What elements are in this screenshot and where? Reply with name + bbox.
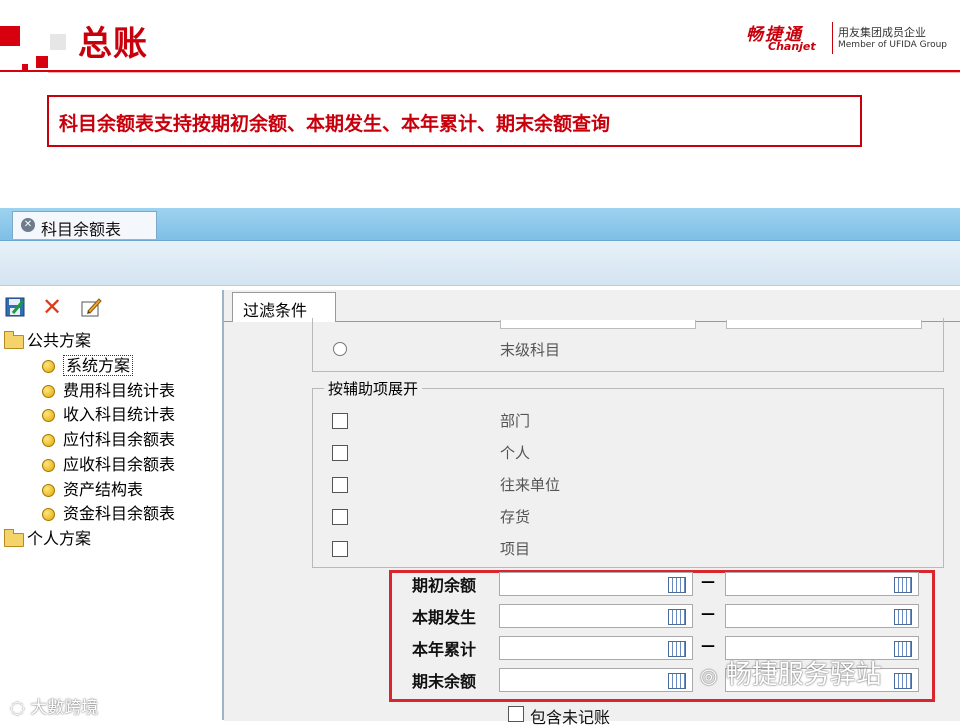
scheme-bullet-icon — [42, 434, 55, 447]
callout-text: 科目余额表支持按期初余额、本期发生、本年累计、期末余额查询 — [59, 113, 611, 135]
range-separator: — — [701, 606, 715, 622]
decor-square-red-small — [36, 56, 48, 68]
amount-label-current: 本期发生 — [412, 608, 477, 627]
decor-square-gray — [50, 34, 66, 50]
tab-subject-balance[interactable]: ✕ 科目余额表 — [12, 211, 157, 239]
callout-box: 科目余额表支持按期初余额、本期发生、本年累计、期末余额查询 — [47, 95, 862, 147]
tree-item-label: 系统方案 — [63, 355, 134, 376]
tree-item-label: 应收科目余额表 — [63, 455, 176, 474]
scheme-bullet-icon — [42, 409, 55, 422]
checkbox-individual[interactable] — [332, 445, 348, 461]
scheme-bullet-icon — [42, 385, 55, 398]
close-icon[interactable]: ✕ — [21, 218, 35, 232]
toolbar-strip — [0, 241, 960, 286]
checkbox-project-label: 项目 — [500, 540, 531, 558]
aux-group-title: 按辅助项展开 — [324, 378, 423, 399]
decor-square-red-large — [0, 26, 20, 46]
ytd-from-input[interactable] — [499, 636, 693, 660]
scheme-bullet-icon — [42, 459, 55, 472]
folder-icon — [4, 330, 24, 349]
watermark-right-text: 畅捷服务驿站 — [725, 660, 882, 690]
amount-label-opening: 期初余额 — [412, 576, 477, 595]
checkbox-include-unposted-label: 包含未记账 — [530, 708, 611, 727]
calculator-icon[interactable] — [894, 609, 912, 625]
tree-folder-personal[interactable]: 个人方案 — [4, 525, 91, 549]
tree-item-label: 资金科目余额表 — [63, 504, 176, 523]
amount-label-ytd: 本年累计 — [412, 640, 477, 659]
tab-label: 科目余额表 — [41, 220, 122, 239]
level-input-to[interactable] — [726, 320, 922, 329]
tree-item-income-stats[interactable]: 收入科目统计表 — [42, 401, 175, 425]
tree-item-label: 收入科目统计表 — [63, 405, 176, 424]
range-separator: — — [701, 574, 715, 590]
watermark-logo-icon: ◌ — [10, 698, 25, 718]
scheme-bullet-icon — [42, 508, 55, 521]
checkbox-inventory-label: 存货 — [500, 508, 531, 526]
logo-member-cn: 用友集团成员企业 — [838, 26, 926, 39]
watermark-service-station: ◎ 畅捷服务驿站 — [700, 654, 882, 691]
tree-item-label: 应付科目余额表 — [63, 430, 176, 449]
checkbox-partner-label: 往来单位 — [500, 476, 561, 494]
tree-item-system-scheme[interactable]: 系统方案 — [42, 352, 134, 376]
radio-last-level[interactable] — [333, 342, 347, 356]
logo-name-en: Chanjet — [768, 40, 816, 53]
calculator-icon[interactable] — [668, 641, 686, 657]
amount-label-closing: 期末余额 — [412, 672, 477, 691]
tree-item-payable-balance[interactable]: 应付科目余额表 — [42, 426, 175, 450]
watermark-big-data: ◌ 大數跨境 — [10, 693, 98, 718]
calculator-icon[interactable] — [894, 641, 912, 657]
tree-folder-label: 个人方案 — [27, 529, 92, 548]
opening-from-input[interactable] — [499, 572, 693, 596]
opening-to-input[interactable] — [725, 572, 919, 596]
checkbox-partner[interactable] — [332, 477, 348, 493]
slide-title: 总账 — [78, 24, 148, 64]
checkbox-inventory[interactable] — [332, 509, 348, 525]
save-icon[interactable] — [4, 296, 26, 318]
tree-item-asset-structure[interactable]: 资产结构表 — [42, 476, 143, 500]
calculator-icon[interactable] — [894, 673, 912, 689]
logo-member-en: Member of UFIDA Group — [838, 40, 948, 50]
folder-icon — [4, 528, 24, 547]
closing-from-input[interactable] — [499, 668, 693, 692]
wechat-icon: ◎ — [700, 663, 718, 688]
tree-item-label: 费用科目统计表 — [63, 381, 176, 400]
checkbox-project[interactable] — [332, 541, 348, 557]
delete-icon[interactable]: ✕ — [42, 295, 64, 319]
aux-expand-group — [312, 388, 944, 568]
tree-item-expense-stats[interactable]: 费用科目统计表 — [42, 377, 175, 401]
tree-folder-public[interactable]: 公共方案 — [4, 327, 91, 351]
tree-item-receivable-balance[interactable]: 应收科目余额表 — [42, 451, 175, 475]
header-divider-shadow — [48, 72, 960, 73]
scheme-panel: ✕ 公共方案 系统方案 费用科目统计表 收入科目统计表 应付科目余额表 应收科目… — [0, 290, 224, 720]
scheme-bullet-icon — [42, 484, 55, 497]
chanjet-logo: 畅捷通 Chanjet 用友集团成员企业 Member of UFIDA Gro… — [742, 18, 947, 58]
current-from-input[interactable] — [499, 604, 693, 628]
checkbox-department[interactable] — [332, 413, 348, 429]
watermark-left-text: 大數跨境 — [30, 698, 99, 718]
tree-item-label: 资产结构表 — [63, 480, 144, 499]
calculator-icon[interactable] — [894, 577, 912, 593]
calculator-icon[interactable] — [668, 577, 686, 593]
tree-folder-label: 公共方案 — [27, 331, 92, 350]
radio-last-level-label: 末级科目 — [500, 341, 561, 359]
level-input-from[interactable] — [500, 320, 696, 329]
edit-icon[interactable] — [80, 296, 102, 318]
calculator-icon[interactable] — [668, 609, 686, 625]
range-separator: — — [701, 638, 715, 654]
logo-separator — [832, 22, 833, 54]
tree-item-fund-balance[interactable]: 资金科目余额表 — [42, 500, 175, 524]
checkbox-individual-label: 个人 — [500, 444, 531, 462]
scheme-bullet-icon — [42, 360, 55, 373]
checkbox-department-label: 部门 — [500, 412, 531, 430]
calculator-icon[interactable] — [668, 673, 686, 689]
current-to-input[interactable] — [725, 604, 919, 628]
